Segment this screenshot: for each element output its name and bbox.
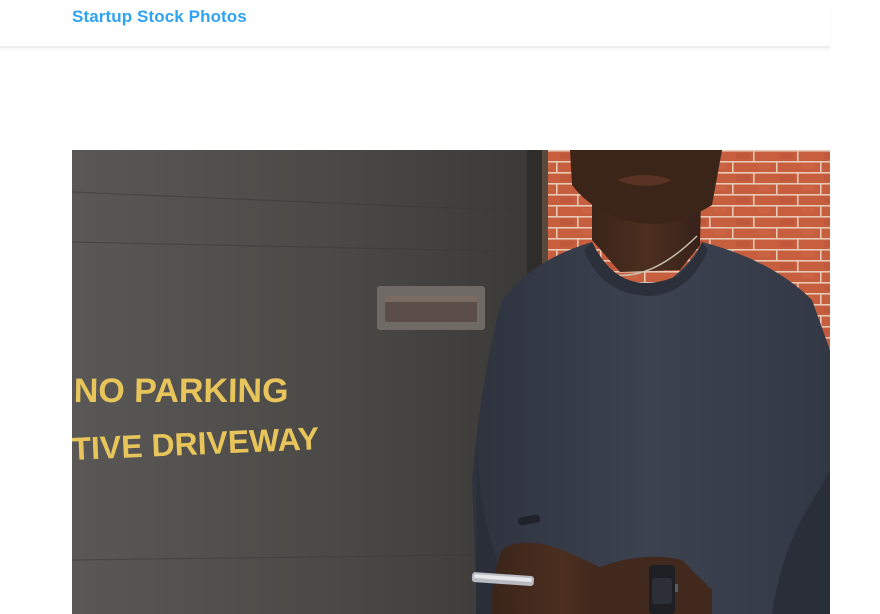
sign-text-line-1: NO PARKING xyxy=(73,372,288,410)
site-title-link[interactable]: Startup Stock Photos xyxy=(72,7,247,27)
smartwatch-icon xyxy=(649,565,678,614)
hero-photo: NO PARKING TIVE DRIVEWAY xyxy=(72,150,830,614)
hero-photo-illustration: NO PARKING TIVE DRIVEWAY xyxy=(72,150,830,614)
site-header: Startup Stock Photos xyxy=(0,0,830,48)
